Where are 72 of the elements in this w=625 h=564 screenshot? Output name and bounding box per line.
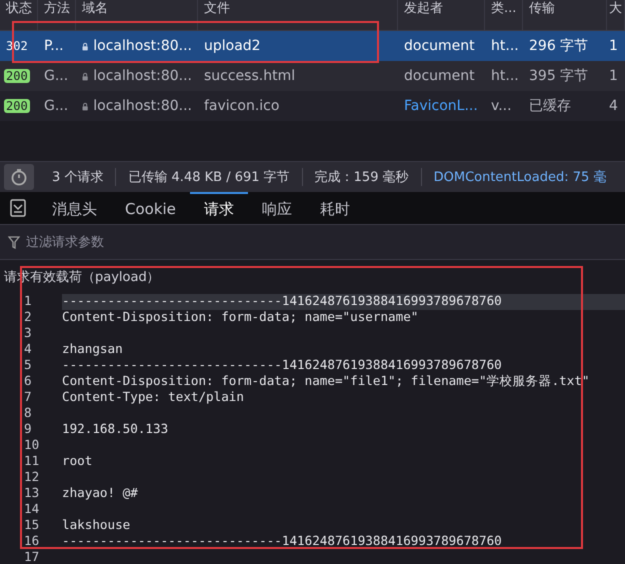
method-text: G... bbox=[44, 98, 68, 114]
code-line: root bbox=[62, 454, 92, 470]
column-header[interactable]: 传输 bbox=[523, 0, 607, 30]
line-number: 4 bbox=[23, 342, 33, 358]
column-header[interactable]: 方法 bbox=[38, 0, 76, 30]
column-header[interactable]: 发起者 bbox=[398, 0, 485, 30]
line-number: 11 bbox=[23, 454, 40, 470]
code-line: -----------------------------14162487619388416993789678760 bbox=[62, 534, 502, 550]
code-line: Content-Disposition: form-data; name="username" bbox=[62, 310, 418, 326]
line-number: 12 bbox=[23, 470, 40, 486]
line-number: 17 bbox=[23, 550, 40, 564]
column-header[interactable]: 类... bbox=[485, 0, 523, 30]
file-text: success.html bbox=[204, 68, 296, 84]
method-text: P... bbox=[44, 38, 64, 54]
stopwatch-icon bbox=[10, 168, 28, 186]
size-text: 1 bbox=[609, 68, 618, 84]
column-header[interactable]: 文件 bbox=[198, 0, 398, 30]
dom-loaded-link[interactable]: DOMContentLoaded: 75 毫 bbox=[420, 168, 618, 186]
initiator-text: document bbox=[404, 68, 475, 84]
code-line: 192.168.50.133 bbox=[62, 422, 168, 438]
column-header[interactable]: 大 bbox=[607, 0, 625, 30]
panel-icon[interactable] bbox=[10, 199, 26, 217]
column-header[interactable]: 状态 bbox=[0, 0, 38, 30]
transfer-text: 395 字节 bbox=[529, 67, 588, 85]
type-text: ht... bbox=[491, 38, 519, 54]
tab[interactable]: 消息头 bbox=[38, 192, 111, 224]
tab[interactable]: 响应 bbox=[248, 192, 306, 224]
domain-text: localhost:80... bbox=[93, 38, 192, 54]
file-text: upload2 bbox=[204, 38, 261, 54]
stopwatch-button[interactable] bbox=[4, 164, 34, 190]
request-row[interactable]: 200 G... localhost:80... favicon.ico FaviconL... v... 已缓存 4 bbox=[0, 91, 625, 121]
file-text: favicon.ico bbox=[204, 98, 280, 114]
summary-text: 完成：159 毫秒 bbox=[302, 168, 421, 186]
request-row[interactable]: 200 G... localhost:80... success.html document ht... 395 字节 1 bbox=[0, 61, 625, 91]
line-number: 10 bbox=[23, 438, 40, 454]
line-number: 14 bbox=[23, 502, 40, 518]
line-number: 8 bbox=[23, 406, 33, 422]
line-number: 7 bbox=[23, 390, 33, 406]
domain-text: localhost:80... bbox=[93, 98, 192, 114]
line-number: 1 bbox=[23, 294, 33, 310]
column-header[interactable]: 域名 bbox=[76, 0, 198, 30]
transfer-text: 已缓存 bbox=[529, 97, 571, 115]
tab[interactable]: 耗时 bbox=[306, 192, 364, 224]
code-line: -----------------------------14162487619388416993789678760 bbox=[62, 358, 502, 374]
line-number: 15 bbox=[23, 518, 40, 534]
filter-icon bbox=[8, 236, 20, 249]
initiator-text: document bbox=[404, 38, 475, 54]
status-code: 200 bbox=[4, 69, 30, 83]
initiator-link[interactable]: FaviconL... bbox=[404, 98, 478, 114]
line-number: 13 bbox=[23, 486, 40, 502]
line-number: 6 bbox=[23, 374, 33, 390]
tab[interactable]: Cookie bbox=[111, 192, 190, 224]
filter-field[interactable]: 过滤请求参数 bbox=[0, 224, 625, 260]
type-text: ht... bbox=[491, 68, 519, 84]
type-text: v... bbox=[491, 98, 512, 114]
code-line: lakshouse bbox=[62, 518, 130, 534]
status-code: 200 bbox=[4, 99, 30, 113]
size-text: 1 bbox=[609, 38, 618, 54]
domain-text: localhost:80... bbox=[93, 68, 192, 84]
line-number: 5 bbox=[23, 358, 33, 374]
code-line: zhayao! @# bbox=[62, 486, 138, 502]
transfer-text: 296 字节 bbox=[529, 37, 588, 55]
code-line: Content-Type: text/plain bbox=[62, 390, 244, 406]
summary-text: 已传输 4.48 KB / 691 字节 bbox=[115, 168, 302, 186]
line-number: 2 bbox=[23, 310, 33, 326]
summary-text: 3 个请求 bbox=[51, 169, 104, 186]
method-text: G... bbox=[44, 68, 68, 84]
line-number: 3 bbox=[23, 326, 33, 342]
code-line: zhangsan bbox=[62, 342, 123, 358]
line-number: 16 bbox=[23, 534, 40, 550]
size-text: 4 bbox=[609, 98, 618, 114]
line-number: 9 bbox=[23, 422, 33, 438]
